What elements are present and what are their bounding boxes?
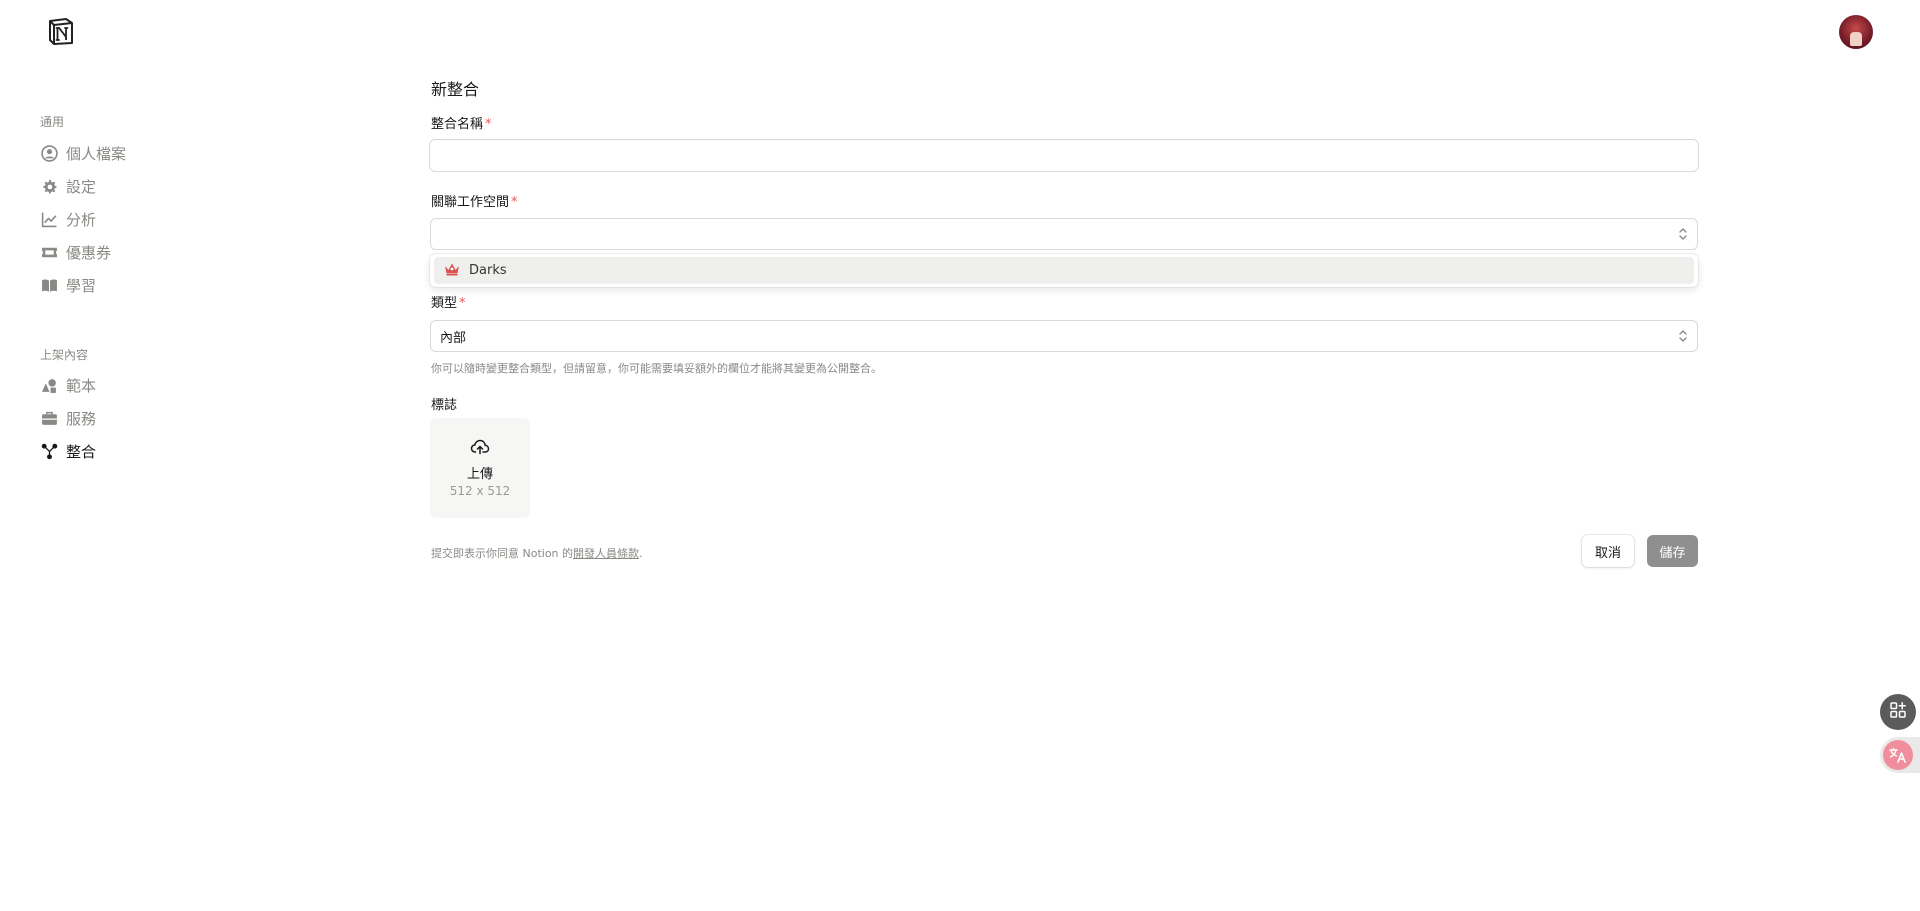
integration-name-label-text: 整合名稱 [431,117,484,132]
briefcase-icon [40,409,58,427]
type-select-value: 內部 [440,330,467,346]
sidebar-item-label: 學習 [66,276,97,295]
user-avatar[interactable] [1839,15,1873,49]
translate-widget-button[interactable] [1880,737,1920,773]
workspace-label: 關聯工作空間 * [431,191,518,210]
coupon-icon [40,243,58,261]
sidebar-item-label: 設定 [66,177,97,196]
sidebar-item-label: 範本 [66,376,97,395]
terms-suffix: . [639,547,643,560]
logo-label: 標誌 [431,398,458,413]
workspace-option-darks[interactable]: Darks [434,257,1694,284]
sidebar-item-coupons[interactable]: 優惠券 [40,240,111,264]
terms-notice: 提交即表示你同意 Notion 的開發人員條款. [431,545,643,561]
sidebar-item-integrations[interactable]: 整合 [40,439,96,463]
profile-icon [40,144,58,162]
book-icon [40,276,58,294]
sidebar-item-label: 個人檔案 [66,144,127,163]
type-label-text: 類型 [431,296,458,311]
type-hint: 你可以隨時變更整合類型，但請留意，你可能需要填妥額外的欄位才能將其變更為公開整合… [431,362,882,375]
notion-logo-icon [49,18,73,45]
sidebar-item-services[interactable]: 服務 [40,406,96,430]
sidebar-item-learn[interactable]: 學習 [40,273,96,297]
integration-name-label: 整合名稱 * [431,113,492,132]
cloud-upload-icon [470,439,490,459]
apps-widget-button[interactable] [1880,694,1916,730]
sidebar-item-label: 優惠券 [66,243,112,262]
page-title: 新整合 [431,80,480,99]
sidebar-item-settings[interactable]: 設定 [40,174,96,198]
cancel-button[interactable]: 取消 [1582,535,1634,567]
sidebar-item-label: 服務 [66,409,97,428]
sidebar-section-listings: 上架內容 [40,348,89,362]
type-label: 類型 * [431,292,466,311]
type-select[interactable]: 內部 [430,320,1698,352]
sidebar-item-label: 整合 [66,442,97,461]
workspace-dropdown: Darks [430,254,1698,287]
save-button[interactable]: 儲存 [1647,535,1698,567]
sidebar-item-profile[interactable]: 個人檔案 [40,141,126,165]
required-mark: * [511,195,518,210]
notion-logo[interactable] [44,14,78,48]
workspace-label-text: 關聯工作空間 [431,195,510,210]
developer-terms-link[interactable]: 開發人員條款 [573,547,639,560]
apps-add-icon [1889,701,1907,723]
chevron-updown-icon [1677,328,1689,344]
terms-prefix: 提交即表示你同意 Notion 的 [431,547,574,560]
sidebar-item-analytics[interactable]: 分析 [40,207,96,231]
integration-name-input[interactable] [429,139,1699,172]
crown-icon [444,262,460,280]
sidebar-item-templates[interactable]: 範本 [40,373,96,397]
required-mark: * [459,296,466,311]
required-mark: * [485,117,492,132]
workspace-select[interactable] [430,218,1698,250]
shapes-icon [40,376,58,394]
sidebar-section-general: 通用 [40,115,65,129]
workspace-option-label: Darks [469,263,507,278]
integration-icon [40,442,58,460]
upload-size: 512 x 512 [449,483,511,498]
logo-upload-button[interactable]: 上傳 512 x 512 [430,418,530,518]
gear-icon [40,177,58,195]
analytics-icon [40,210,58,228]
upload-label: 上傳 [466,466,493,482]
translate-icon [1883,740,1913,770]
chevron-updown-icon [1677,226,1689,242]
sidebar-item-label: 分析 [66,210,97,229]
